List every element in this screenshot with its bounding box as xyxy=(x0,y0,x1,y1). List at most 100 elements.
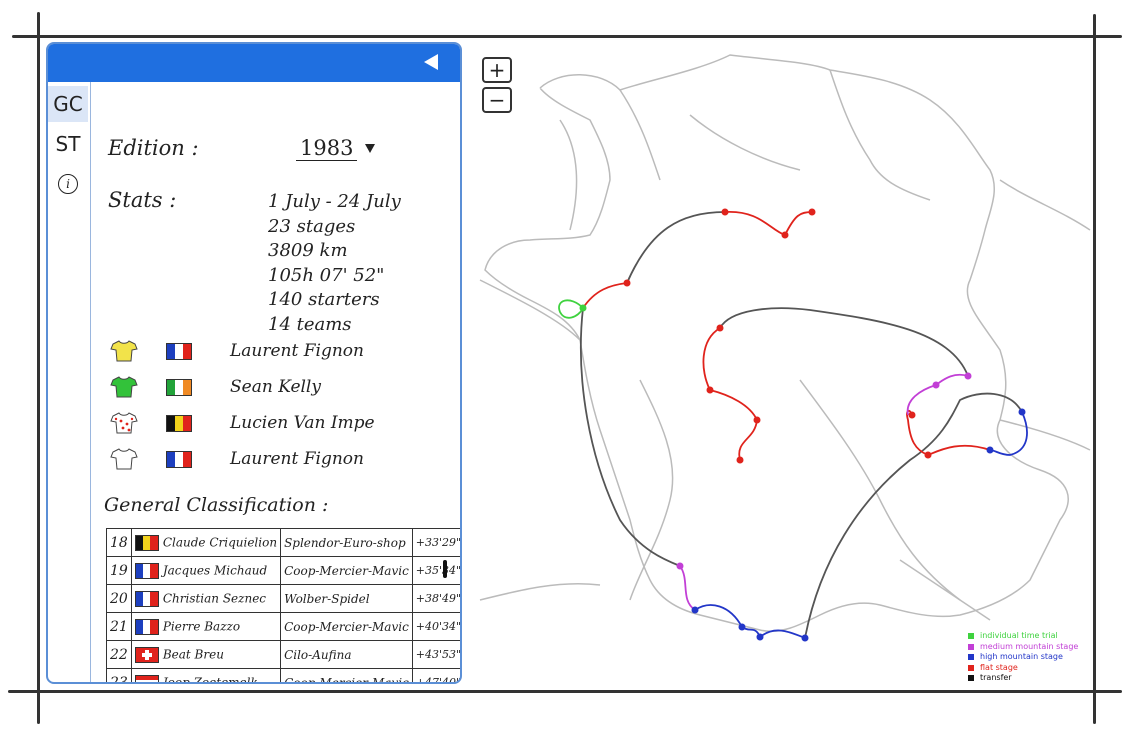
stage-point[interactable] xyxy=(801,634,809,642)
stats-list: 1 July - 24 July 23 stages 3809 km 105h … xyxy=(268,190,401,337)
legend-label: high mountain stage xyxy=(980,652,1063,661)
legend-swatch xyxy=(968,675,974,682)
flag-icon xyxy=(134,646,159,663)
stage-point[interactable] xyxy=(579,304,587,312)
table-row[interactable]: 23 Joop Zoetemelk Coop-Mercier-Mavic +47'40… xyxy=(106,668,460,682)
legend-label: medium mountain stage xyxy=(980,641,1079,651)
gc-team: Splendor-Euro-shop xyxy=(280,528,413,557)
stage-points xyxy=(579,208,1026,642)
legend-label: flat stage xyxy=(980,662,1018,672)
stage-point[interactable] xyxy=(721,208,729,216)
map-legend: individual time trial medium mountain sta… xyxy=(968,631,1078,684)
stage-point[interactable] xyxy=(706,386,714,394)
table-row[interactable]: 21 Pierre Bazzo Coop-Mercier-Mavic +40'34" xyxy=(106,612,460,641)
route-medium-2 xyxy=(906,373,969,416)
table-row[interactable]: 18 Claude Criquielion Splendor-Euro-shop +3… xyxy=(106,528,460,557)
jersey-row: Laurent Fignon xyxy=(110,338,364,364)
stage-point[interactable] xyxy=(924,451,932,459)
flag-icon xyxy=(166,378,192,396)
tab-gc[interactable]: GC xyxy=(48,86,88,122)
stage-point[interactable] xyxy=(908,411,916,419)
border-3 xyxy=(479,279,581,341)
polka-dot-jersey-icon xyxy=(110,412,138,434)
zoom-out-button[interactable]: − xyxy=(482,87,512,113)
gc-table: 18 Claude Criquielion Splendor-Euro-shop +3… xyxy=(106,528,460,682)
legend-label: individual time trial xyxy=(980,631,1058,640)
edition-select[interactable]: 1983 xyxy=(296,136,376,161)
gc-time-gap: +47'40" xyxy=(411,668,460,682)
stage-point[interactable] xyxy=(756,633,764,641)
stage-point[interactable] xyxy=(676,562,684,570)
panel-header xyxy=(48,44,460,82)
jersey-row: Laurent Fignon xyxy=(110,446,364,472)
border-1 xyxy=(619,89,661,181)
chevron-down-icon xyxy=(365,144,376,153)
border-2 xyxy=(829,69,931,201)
route xyxy=(558,211,1028,639)
stage-point[interactable] xyxy=(623,279,631,287)
gc-rank: 19 xyxy=(106,556,132,585)
gc-rank: 22 xyxy=(106,640,132,669)
edition-label: Edition : xyxy=(108,136,199,160)
gc-rank: 21 xyxy=(106,612,132,641)
gc-time-gap: +33'29" xyxy=(411,528,460,557)
route-flat-2 xyxy=(582,282,628,309)
stage-point[interactable] xyxy=(964,372,972,380)
gc-team: Coop-Mercier-Mavic xyxy=(280,556,413,585)
stat-stages: 23 stages xyxy=(268,215,356,237)
table-row[interactable]: 19 Jacques Michaud Coop-Mercier-Mavic +35'3… xyxy=(106,556,460,585)
gc-time-gap: +43'53" xyxy=(411,640,460,669)
border-7 xyxy=(999,419,1091,451)
stats-label: Stats : xyxy=(108,188,177,212)
jersey-rider-name: Laurent Fignon xyxy=(230,341,364,361)
gc-rider: Pierre Bazzo xyxy=(130,612,282,641)
stage-point[interactable] xyxy=(808,208,816,216)
gc-rank: 18 xyxy=(106,528,132,557)
table-row[interactable]: 20 Christian Seznec Wolber-Spidel +38'49" xyxy=(106,584,460,613)
stage-point[interactable] xyxy=(738,623,746,631)
stage-point[interactable] xyxy=(691,606,699,614)
legend-swatch xyxy=(968,633,974,640)
stage-point[interactable] xyxy=(716,324,724,332)
stat-time: 105h 07' 52" xyxy=(268,264,385,286)
flag-icon xyxy=(134,590,159,607)
route-flat-1 xyxy=(724,211,813,237)
flag-icon xyxy=(166,414,192,432)
legend-swatch xyxy=(968,654,974,661)
table-row[interactable]: 22 Beat Breu Cilo-Aufina +43'53" xyxy=(106,640,460,669)
scrollbar-thumb[interactable] xyxy=(443,560,447,578)
border-9 xyxy=(689,114,801,171)
route-transfer-1 xyxy=(626,211,726,284)
stage-point[interactable] xyxy=(781,231,789,239)
gc-title: General Classification : xyxy=(104,494,329,516)
legend-swatch xyxy=(968,643,974,650)
zoom-in-button[interactable]: + xyxy=(482,57,512,83)
collapse-panel-icon[interactable] xyxy=(424,54,438,70)
france-outline xyxy=(484,54,1069,633)
gc-rider: Beat Breu xyxy=(130,640,282,669)
border-5 xyxy=(799,379,961,601)
stage-point[interactable] xyxy=(986,446,994,454)
stage-point[interactable] xyxy=(753,416,761,424)
gc-rider: Jacques Michaud xyxy=(130,556,282,585)
stage-point[interactable] xyxy=(736,456,744,464)
zoom-controls: + − xyxy=(482,57,512,117)
flag-icon xyxy=(134,534,159,551)
stage-point[interactable] xyxy=(932,381,940,389)
gc-rider: Joop Zoetemelk xyxy=(130,668,282,682)
panel-content: Edition : 1983 Stats : 1 July - 24 July … xyxy=(102,82,460,682)
flag-icon xyxy=(134,618,159,635)
stage-point[interactable] xyxy=(1018,408,1026,416)
jersey-rider-name: Laurent Fignon xyxy=(230,449,364,469)
legend-item: high mountain stage xyxy=(968,652,1078,663)
flag-icon xyxy=(166,450,192,468)
gc-time-gap: +40'34" xyxy=(411,612,460,641)
tab-st[interactable]: ST xyxy=(48,126,88,162)
gc-rider: Claude Criquielion xyxy=(130,528,282,557)
white-jersey-icon xyxy=(110,448,138,470)
tab-info[interactable]: i xyxy=(48,166,88,202)
flag-icon xyxy=(134,562,159,579)
border-4 xyxy=(629,379,674,601)
yellow-jersey-icon xyxy=(110,340,138,362)
gc-time-gap: +38'49" xyxy=(411,584,460,613)
